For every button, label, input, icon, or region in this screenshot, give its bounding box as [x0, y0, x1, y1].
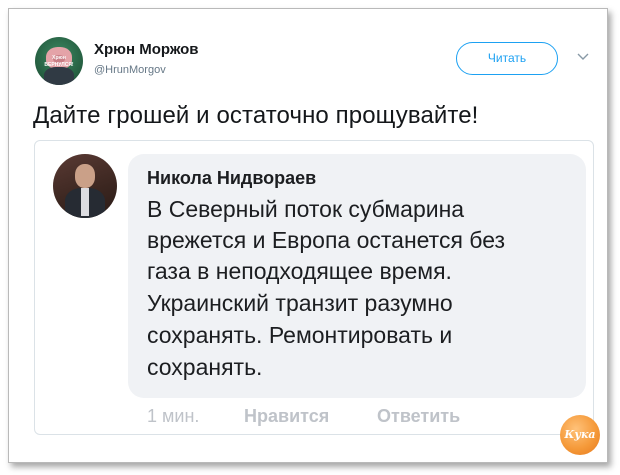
comment-timestamp: 1 мин. [147, 406, 200, 426]
commenter-avatar-face [75, 164, 95, 188]
author-avatar[interactable]: Хрюн ВЕРНУЛСЯ! [35, 37, 83, 85]
tweet-text: Дайте грошей и остаточно прощувайте! [33, 102, 479, 129]
comment-text-line: сохранять. Ремонтировать и [147, 322, 453, 348]
comment-text-line: газа в неподходящее время. [147, 258, 452, 284]
author-handle[interactable]: @HrunMorgov [94, 64, 166, 76]
comment-text-line: врежется и Европа останется без [147, 227, 506, 253]
avatar-pig-body [44, 67, 74, 85]
commenter-avatar-shirt [81, 188, 89, 216]
author-display-name[interactable]: Хрюн Моржов [94, 41, 198, 58]
chevron-down-icon[interactable] [577, 53, 589, 61]
watermark-logo: Кука [560, 415, 600, 455]
commenter-avatar[interactable] [53, 154, 117, 218]
commenter-name[interactable]: Никола Нидвораев [147, 168, 316, 189]
comment-text-line: сохранять. [147, 354, 263, 380]
like-button[interactable]: Нравится [244, 406, 329, 427]
comment-text-line: В Северный поток субмарина [147, 196, 465, 222]
avatar-caption: Хрюн ВЕРНУЛСЯ! [44, 55, 74, 68]
follow-button[interactable]: Читать [456, 42, 558, 75]
comment-text-line: Украинский транзит разумно [147, 290, 453, 316]
reply-button[interactable]: Ответить [377, 406, 460, 427]
